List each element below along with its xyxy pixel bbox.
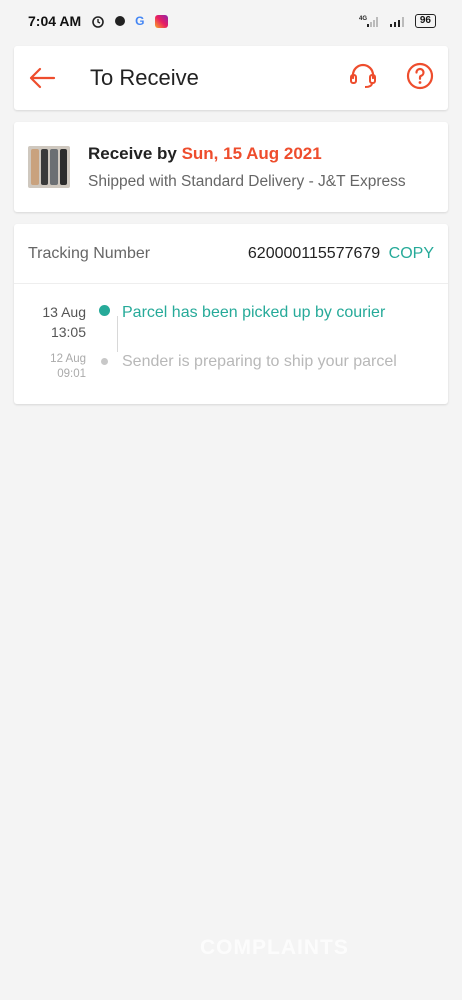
back-button[interactable] (28, 63, 58, 93)
active-dot-icon (98, 305, 110, 316)
receive-date: Sun, 15 Aug 2021 (181, 143, 322, 163)
shipping-info: Shipped with Standard Delivery - J&T Exp… (88, 172, 406, 190)
timeline-event: 13 Aug 13:05 Parcel has been picked up b… (28, 302, 434, 342)
header-bar: To Receive (14, 46, 448, 110)
svg-text:4G: 4G (359, 16, 367, 22)
signal-icon (389, 14, 407, 28)
event-text: Parcel has been picked up by courier (122, 304, 386, 321)
question-circle-icon (406, 62, 434, 89)
arrow-left-icon (29, 67, 56, 89)
headset-icon (350, 63, 376, 88)
battery-icon: 96 (414, 14, 436, 28)
event-time: 13:05 (50, 324, 86, 340)
copy-button[interactable]: COPY (389, 245, 434, 262)
signal-4g-icon: 4G (359, 14, 381, 28)
instagram-icon (154, 14, 168, 28)
help-button[interactable] (406, 62, 434, 95)
inactive-dot-icon (100, 358, 108, 365)
event-date: 12 Aug (50, 353, 86, 365)
tracking-label: Tracking Number (28, 244, 151, 262)
event-time: 09:01 (57, 368, 86, 380)
tracking-header: Tracking Number 620000115577679 COPY (14, 224, 448, 284)
support-button[interactable] (348, 62, 378, 95)
watermark: COMPLAINTS (200, 936, 349, 959)
tracking-card: Tracking Number 620000115577679 COPY 13 … (14, 224, 448, 404)
status-time: 7:04 AM (28, 13, 82, 29)
google-icon: G (135, 14, 145, 28)
receive-prefix: Receive by (88, 143, 182, 163)
status-bar: 7:04 AM G 4G 96 (0, 0, 462, 42)
tracking-number: 620000115577679 (247, 244, 381, 262)
timeline-event: 12 Aug 09:01 Sender is preparing to ship… (28, 352, 434, 382)
delivery-card[interactable]: Receive by Sun, 15 Aug 2021 Shipped with… (14, 122, 448, 212)
notification-dot-icon (115, 16, 126, 26)
event-text: Sender is preparing to ship your parcel (122, 353, 397, 370)
product-thumbnail (28, 146, 70, 188)
event-date: 13 Aug (42, 304, 86, 320)
receive-by-line: Receive by Sun, 15 Aug 2021 (88, 144, 406, 164)
tracking-timeline: 13 Aug 13:05 Parcel has been picked up b… (14, 284, 448, 404)
page-title: To Receive (90, 65, 199, 90)
alarm-icon (91, 14, 105, 28)
